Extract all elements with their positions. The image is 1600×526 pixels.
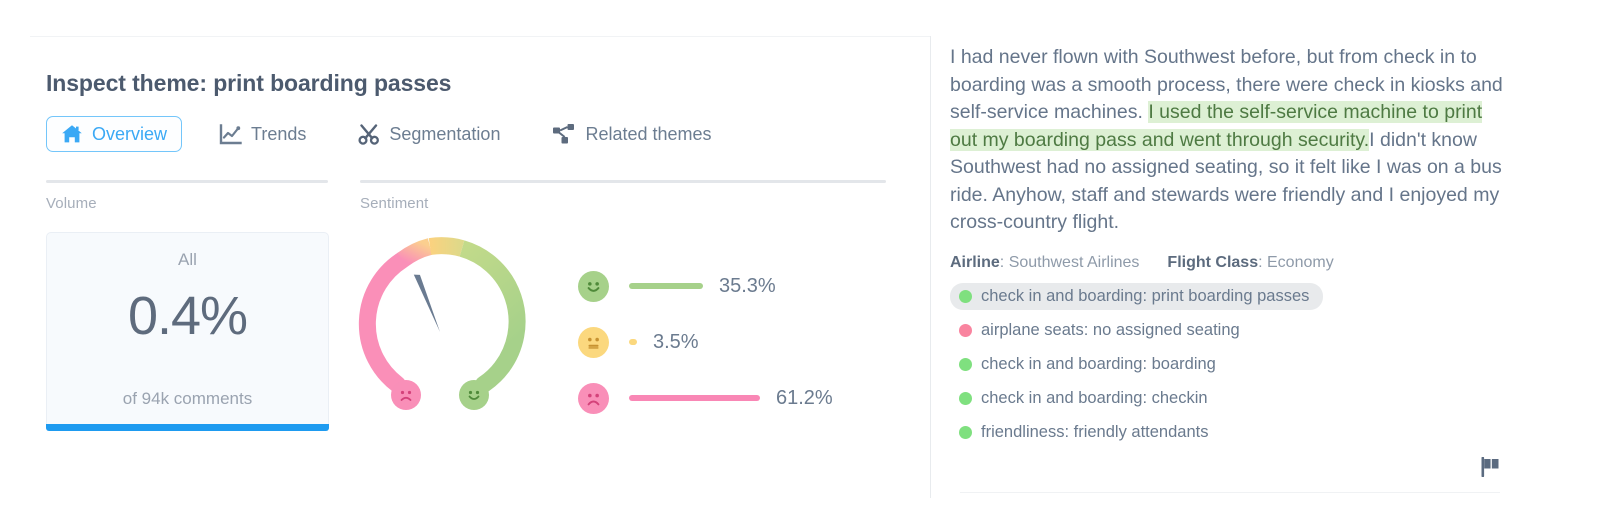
theme-rows: check in and boarding: print boarding pa… [950, 282, 1510, 453]
sitemap-icon [552, 123, 576, 145]
volume-value: 0.4% [127, 286, 248, 346]
gauge-positive-emoji [459, 380, 489, 410]
scissors-icon [358, 123, 380, 145]
theme-item-label: friendliness: friendly attendants [981, 422, 1209, 441]
volume-section-label: Volume [46, 195, 97, 212]
meta-airline-sep: : [999, 253, 1009, 271]
page-title: Inspect theme: print boarding passes [46, 70, 452, 96]
theme-inspector-panel: Inspect theme: print boarding passes Ove… [0, 0, 930, 526]
top-divider [30, 36, 930, 37]
tab-overview[interactable]: Overview [46, 116, 183, 152]
sentiment-row-positive[interactable]: 35.3% [578, 258, 898, 314]
meta-flight-class: Flight Class: Economy [1167, 254, 1333, 272]
theme-item-no-assigned-seating[interactable]: airplane seats: no assigned seating [950, 317, 1254, 344]
theme-item-boarding[interactable]: check in and boarding: boarding [950, 351, 1230, 378]
sentiment-bar-negative [629, 395, 760, 401]
comment-detail-panel: I had never flown with Southwest before,… [950, 44, 1510, 453]
volume-accent-bar [46, 424, 329, 431]
theme-item-label: check in and boarding: checkin [981, 388, 1208, 407]
theme-dot-icon [959, 323, 972, 337]
sentiment-value-negative: 61.2% [776, 386, 833, 409]
tab-segmentation[interactable]: Segmentation [343, 116, 515, 153]
theme-dot-icon [959, 357, 972, 371]
volume-subtext: of 94k comments [122, 389, 253, 408]
review-theme-list: check in and boarding: print boarding pa… [950, 282, 1510, 453]
theme-dot-icon [959, 425, 972, 439]
theme-item-checkin[interactable]: check in and boarding: checkin [950, 385, 1222, 412]
frowning-face-icon [578, 382, 609, 414]
tab-trends-label: Trends [251, 124, 307, 144]
line-chart-icon [219, 123, 242, 145]
sentiment-value-positive: 35.3% [719, 274, 776, 297]
sentiment-bar-positive [629, 283, 703, 289]
review-text: I had never flown with Southwest before,… [950, 44, 1510, 237]
sentiment-bar-neutral [629, 339, 637, 345]
review-metadata: Airline: Southwest Airlines Flight Class… [950, 254, 1510, 272]
tab-related-themes[interactable]: Related themes [537, 115, 726, 153]
theme-item-label: airplane seats: no assigned seating [981, 320, 1240, 339]
sentiment-section-label: Sentiment [360, 195, 429, 212]
sentiment-row-negative[interactable]: 61.2% [578, 370, 898, 426]
meta-airline-key: Airline [950, 253, 1000, 271]
tab-related-themes-label: Related themes [585, 124, 712, 144]
volume-scope-label: All [178, 250, 197, 269]
meta-flight-class-value: Economy [1267, 253, 1334, 271]
sentiment-breakdown: 35.3% 3.5% 61.2% [578, 258, 898, 426]
gauge-needle [413, 274, 440, 332]
sentiment-gauge [352, 232, 528, 410]
sentiment-section-rule [360, 180, 886, 183]
theme-item-print-boarding-passes[interactable]: check in and boarding: print boarding pa… [950, 282, 1324, 310]
sentiment-row-neutral[interactable]: 3.5% [578, 314, 898, 370]
sentiment-value-neutral: 3.5% [653, 330, 699, 353]
meta-flight-class-key: Flight Class [1167, 253, 1259, 271]
volume-card[interactable]: All 0.4% of 94k comments [46, 232, 329, 427]
panel-divider [930, 36, 931, 498]
bottom-divider [960, 492, 1500, 493]
home-icon [61, 124, 83, 144]
flag-icon[interactable] [1481, 456, 1503, 478]
volume-section-rule [46, 180, 328, 183]
theme-item-label: check in and boarding: boarding [981, 354, 1216, 373]
smiling-face-icon [578, 270, 609, 302]
gauge-negative-emoji [391, 380, 421, 410]
theme-dot-icon [959, 289, 972, 303]
theme-dot-icon [959, 391, 972, 405]
tab-segmentation-label: Segmentation [389, 124, 501, 144]
tab-overview-label: Overview [92, 124, 168, 144]
meta-flight-class-sep: : [1258, 253, 1267, 271]
gauge-arc [358, 237, 526, 393]
theme-item-friendly-attendants[interactable]: friendliness: friendly attendants [950, 419, 1222, 446]
meta-airline-value: Southwest Airlines [1008, 253, 1140, 271]
neutral-face-icon [578, 326, 609, 358]
tab-bar: Overview Trends Segmentation Related the… [46, 115, 727, 153]
meta-airline: Airline: Southwest Airlines [950, 254, 1139, 272]
theme-item-label: check in and boarding: print boarding pa… [981, 286, 1310, 305]
tab-trends[interactable]: Trends [204, 116, 321, 153]
